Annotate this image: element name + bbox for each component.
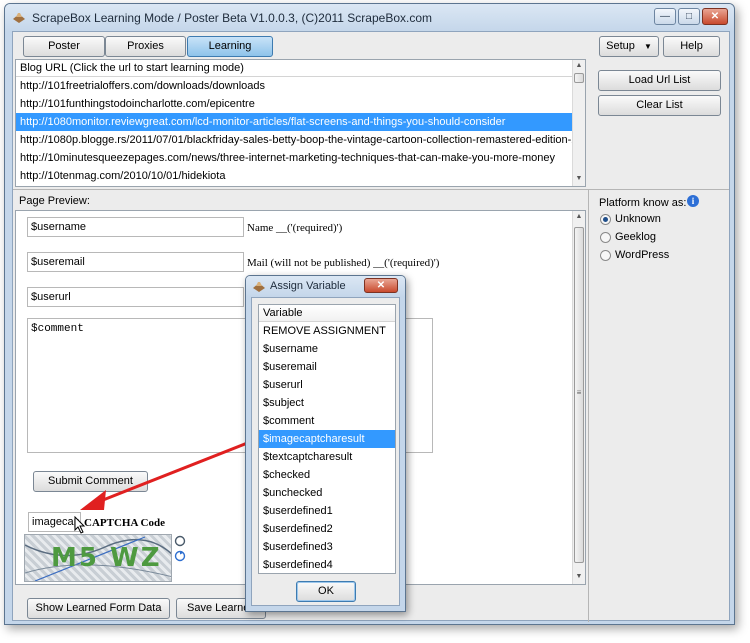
radio-geeklog[interactable] — [600, 232, 611, 243]
variable-item[interactable]: $username — [259, 340, 395, 358]
url-row[interactable]: http://10tenmag.com/2010/10/01/hidekiota — [16, 167, 572, 185]
minimize-button[interactable]: — — [654, 8, 676, 25]
scroll-up-icon[interactable]: ▲ — [573, 60, 585, 72]
refresh-icon[interactable] — [174, 535, 186, 563]
variable-item[interactable]: $checked — [259, 466, 395, 484]
variable-item[interactable]: $useremail — [259, 358, 395, 376]
url-list-header: Blog URL (Click the url to start learnin… — [16, 60, 572, 77]
divider — [588, 189, 589, 622]
username-field[interactable]: $username — [27, 217, 244, 237]
comment-value: $comment — [31, 323, 84, 335]
scroll-thumb[interactable]: ≡ — [574, 227, 584, 563]
url-list-scrollbar[interactable]: ▲ ▼ — [572, 60, 585, 186]
variable-item[interactable]: $userdefined1 — [259, 502, 395, 520]
preview-scrollbar[interactable]: ▲ ≡ ▼ — [572, 211, 585, 584]
url-row[interactable]: http://101freetrialoffers.com/downloads/… — [16, 77, 572, 95]
url-row[interactable]: http://101funthingstodoincharlotte.com/e… — [16, 95, 572, 113]
variable-list: Variable REMOVE ASSIGNMENT $username $us… — [258, 304, 396, 574]
tab-poster[interactable]: Poster — [23, 36, 105, 57]
ok-button[interactable]: OK — [296, 581, 356, 602]
email-field[interactable]: $useremail — [27, 252, 244, 272]
show-learned-form-data-button[interactable]: Show Learned Form Data — [27, 598, 170, 619]
annotation-arrow — [80, 436, 261, 510]
variable-item[interactable]: $subject — [259, 394, 395, 412]
name-label: Name __('(required)') — [247, 222, 343, 234]
captcha-image: M5 WZ — [24, 534, 172, 582]
variable-column-header: Variable — [259, 305, 395, 322]
tab-learning[interactable]: Learning — [187, 36, 273, 57]
url-row[interactable]: http://1080p.blogge.rs/2011/07/01/blackf… — [16, 131, 572, 149]
info-icon[interactable]: i — [687, 195, 699, 207]
setup-label: Setup — [606, 40, 635, 52]
tab-proxies[interactable]: Proxies — [105, 36, 186, 57]
variable-item[interactable]: $userdefined3 — [259, 538, 395, 556]
variable-item[interactable]: $userurl — [259, 376, 395, 394]
radio-wordpress[interactable] — [600, 250, 611, 261]
variable-item[interactable]: $userdefined4 — [259, 556, 395, 574]
app-icon — [13, 13, 25, 23]
load-url-list-button[interactable]: Load Url List — [598, 70, 721, 91]
scroll-down-icon[interactable]: ▼ — [573, 173, 585, 185]
dialog-close-button[interactable]: ✕ — [364, 278, 398, 293]
app-icon — [253, 282, 265, 292]
radio-geeklog-label: Geeklog — [615, 231, 656, 243]
dialog-title: Assign Variable — [270, 280, 346, 292]
chevron-down-icon: ▼ — [643, 42, 652, 51]
help-button[interactable]: Help — [663, 36, 720, 57]
page-preview-label: Page Preview: — [19, 195, 90, 207]
title-bar[interactable]: ScrapeBox Learning Mode / Poster Beta V1… — [5, 4, 734, 32]
dialog-title-bar[interactable]: Assign Variable ✕ — [246, 276, 405, 297]
window-title: ScrapeBox Learning Mode / Poster Beta V1… — [32, 11, 432, 25]
radio-unknown[interactable] — [600, 214, 611, 225]
grip-icon: ≡ — [576, 388, 582, 397]
platform-label: Platform know as: — [599, 197, 687, 209]
setup-button[interactable]: Setup ▼ — [599, 36, 659, 57]
variable-item[interactable]: $textcaptcharesult — [259, 448, 395, 466]
close-button[interactable]: ✕ — [702, 8, 728, 25]
dialog-client: Variable REMOVE ASSIGNMENT $username $us… — [251, 297, 400, 606]
variable-item[interactable]: $unchecked — [259, 484, 395, 502]
variable-item[interactable]: REMOVE ASSIGNMENT — [259, 322, 395, 340]
variable-item[interactable]: $userdefined2 — [259, 520, 395, 538]
assign-variable-dialog: Assign Variable ✕ Variable REMOVE ASSIGN… — [245, 275, 406, 612]
variable-item[interactable]: $comment — [259, 412, 395, 430]
clear-list-button[interactable]: Clear List — [598, 95, 721, 116]
scroll-thumb[interactable] — [574, 73, 584, 83]
url-row-selected[interactable]: http://1080monitor.reviewgreat.com/lcd-m… — [16, 113, 572, 131]
mail-label: Mail (will not be published) __('(requir… — [247, 257, 440, 269]
divider — [13, 189, 729, 190]
url-list: Blog URL (Click the url to start learnin… — [15, 59, 586, 187]
radio-unknown-label: Unknown — [615, 213, 661, 225]
url-field[interactable]: $userurl — [27, 287, 244, 307]
maximize-button[interactable]: □ — [678, 8, 700, 25]
cursor-icon — [74, 516, 86, 534]
variable-item-selected[interactable]: $imagecaptcharesult — [259, 430, 395, 448]
url-row[interactable]: http://10minutesqueezepages.com/news/thr… — [16, 149, 572, 167]
scroll-up-icon[interactable]: ▲ — [573, 211, 585, 223]
scroll-down-icon[interactable]: ▼ — [573, 571, 585, 583]
captcha-text: M5 WZ — [51, 543, 162, 573]
radio-wordpress-label: WordPress — [615, 249, 670, 261]
